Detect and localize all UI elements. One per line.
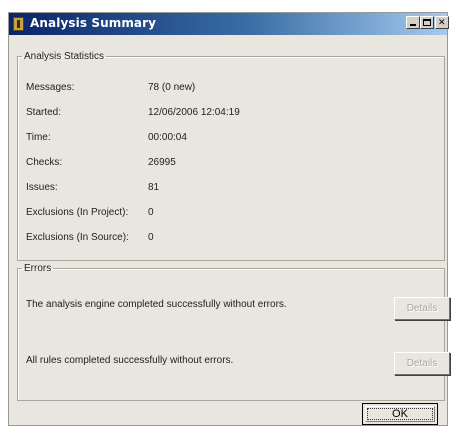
analysis-statistics-group: Analysis Statistics Messages: 78 (0 new)… bbox=[17, 51, 445, 261]
window-title: Analysis Summary bbox=[30, 16, 157, 30]
errors-legend: Errors bbox=[24, 263, 52, 274]
messages-label: Messages: bbox=[26, 82, 75, 93]
checks-value: 26995 bbox=[148, 157, 176, 168]
analysis-statistics-legend: Analysis Statistics bbox=[24, 51, 105, 62]
started-label: Started: bbox=[26, 107, 62, 118]
engine-error-message: The analysis engine completed successful… bbox=[26, 299, 287, 310]
checks-label: Checks: bbox=[26, 157, 63, 168]
minimize-button[interactable] bbox=[406, 16, 420, 29]
analysis-summary-dialog: Analysis Summary Analysis Statistics Mes… bbox=[8, 12, 450, 426]
messages-value: 78 (0 new) bbox=[148, 82, 196, 93]
issues-label: Issues: bbox=[26, 182, 58, 193]
issues-value: 81 bbox=[148, 182, 160, 193]
rules-details-button[interactable]: Details bbox=[394, 352, 450, 375]
app-icon bbox=[13, 17, 24, 31]
exclusions-project-label: Exclusions (In Project): bbox=[26, 207, 129, 218]
engine-details-button[interactable]: Details bbox=[394, 297, 450, 320]
rules-error-message: All rules completed successfully without… bbox=[26, 355, 234, 366]
maximize-button[interactable] bbox=[420, 16, 434, 29]
exclusions-source-value: 0 bbox=[148, 232, 154, 243]
time-value: 00:00:04 bbox=[148, 132, 187, 143]
exclusions-source-label: Exclusions (In Source): bbox=[26, 232, 129, 243]
started-value: 12/06/2006 12:04:19 bbox=[148, 107, 240, 118]
errors-group: Errors The analysis engine completed suc… bbox=[17, 263, 450, 401]
title-bar[interactable]: Analysis Summary bbox=[9, 13, 449, 35]
exclusions-project-value: 0 bbox=[148, 207, 154, 218]
close-button[interactable] bbox=[435, 16, 449, 29]
ok-button-label: OK bbox=[365, 406, 435, 422]
time-label: Time: bbox=[26, 132, 51, 143]
ok-button[interactable]: OK bbox=[362, 403, 438, 425]
